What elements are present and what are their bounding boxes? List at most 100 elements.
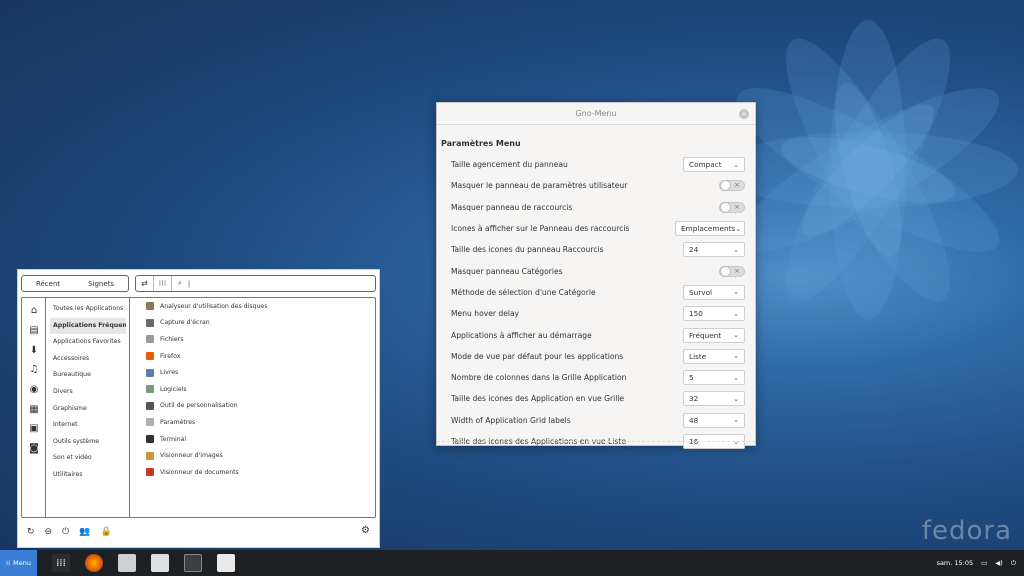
category-item[interactable]: Toutes les Applications	[47, 301, 129, 318]
search-value: |	[187, 279, 191, 288]
swap-view-icon[interactable]: ⇄	[136, 276, 154, 291]
clock[interactable]: sam. 15:05	[937, 559, 974, 567]
app-item[interactable]: Outil de personnalisation	[134, 398, 375, 415]
off-icon: ×	[734, 202, 740, 211]
download-icon[interactable]: ⬇	[22, 340, 46, 360]
setting-dropdown[interactable]: Emplacements ⌄	[675, 221, 745, 237]
setting-toggle[interactable]: ×	[719, 201, 745, 213]
setting-dropdown[interactable]: 48 ⌄	[683, 412, 745, 428]
close-icon[interactable]: ×	[739, 109, 749, 119]
fedora-watermark: fedora	[921, 516, 1012, 546]
settings-app-icon[interactable]	[217, 554, 235, 572]
app-item[interactable]: Livres	[134, 364, 375, 381]
app-item[interactable]: Terminal	[134, 431, 375, 448]
off-icon: ×	[734, 181, 740, 190]
app-item[interactable]: Firefox	[134, 348, 375, 365]
home-icon[interactable]: ⌂	[22, 301, 46, 321]
dialog-divider	[437, 441, 755, 442]
screenshot-icon[interactable]	[184, 554, 202, 572]
power-icon[interactable]: ⏻	[62, 527, 69, 537]
power-icon[interactable]: ⏻	[1011, 559, 1016, 568]
applications-list: Analyseur d'utilisation des disques Captu…	[134, 298, 375, 517]
setting-label: Menu hover delay	[451, 309, 520, 319]
category-item[interactable]: Outils système	[47, 434, 129, 451]
search-input[interactable]: ⌕ |	[172, 279, 375, 288]
app-label: Capture d'écran	[160, 319, 210, 327]
category-item[interactable]: Applications Fréquent...	[50, 317, 126, 335]
setting-toggle[interactable]: ×	[719, 265, 745, 277]
app-item[interactable]: Fichiers	[134, 331, 375, 348]
menu-button-label: Menu	[13, 559, 31, 567]
app-icon	[146, 318, 154, 327]
app-grid-icon[interactable]: ⁞⁞⁞	[52, 554, 70, 572]
setting-dropdown[interactable]: Fréquent ⌄	[683, 327, 745, 343]
category-item[interactable]: Applications Favorites	[47, 334, 129, 351]
setting-label: Taille des icones du panneau Raccourcis	[451, 245, 604, 255]
dialog-titlebar[interactable]: Gno-Menu ×	[437, 103, 755, 125]
dialog-title: Gno-Menu	[575, 109, 617, 118]
app-item[interactable]: Analyseur d'utilisation des disques	[134, 298, 375, 315]
app-item[interactable]: Visionneur d'images	[134, 447, 375, 464]
app-icon	[146, 385, 154, 394]
chevron-down-icon: ⌄	[733, 331, 739, 340]
lock-icon[interactable]: 🔒	[100, 527, 111, 537]
app-icon	[146, 368, 154, 377]
restart-icon[interactable]: ↻	[27, 527, 35, 537]
setting-label: Masquer panneau Catégories	[451, 266, 563, 276]
app-item[interactable]: Visionneur de documents	[134, 464, 375, 481]
software-icon[interactable]	[151, 554, 169, 572]
setting-dropdown[interactable]: Survol ⌄	[683, 284, 745, 300]
tab-bookmarks[interactable]: Signets	[88, 280, 114, 288]
app-item[interactable]: Capture d'écran	[134, 315, 375, 332]
toggle-knob	[720, 180, 731, 192]
setting-dropdown[interactable]: 5 ⌄	[683, 370, 745, 386]
display-icon[interactable]: ▭	[981, 559, 987, 567]
camera-icon[interactable]: ◉	[22, 380, 46, 400]
search-icon: ⌕	[178, 279, 182, 287]
settings-rows: Taille agencement du panneau Compact ⌄ Masq…	[437, 148, 755, 452]
system-tray: sam. 15:05 ▭ ◀) ⏻	[937, 550, 1016, 576]
app-label: Analyseur d'utilisation des disques	[160, 302, 268, 310]
app-item[interactable]: Logiciels	[134, 381, 375, 398]
settings-row: Icones à afficher sur le Panneau des rac…	[437, 218, 755, 239]
setting-dropdown[interactable]: 150 ⌄	[683, 306, 745, 322]
category-item[interactable]: Graphisme	[47, 401, 129, 418]
setting-label: Taille agencement du panneau	[451, 160, 568, 170]
disk-icon[interactable]: ◙	[22, 439, 46, 459]
app-item[interactable]: Paramètres	[134, 414, 375, 431]
volume-icon[interactable]: ◀)	[995, 559, 1003, 567]
app-icon	[146, 302, 154, 311]
firefox-icon[interactable]	[85, 554, 103, 572]
setting-dropdown[interactable]: 32 ⌄	[683, 391, 745, 407]
film-icon[interactable]: ▦	[22, 399, 46, 419]
settings-row: Menu hover delay 150 ⌄	[437, 303, 755, 324]
category-item[interactable]: Utilitaires	[47, 467, 129, 484]
setting-toggle[interactable]: ×	[719, 180, 745, 192]
document-icon[interactable]: ▤	[22, 321, 46, 341]
briefcase-icon[interactable]: ▣	[22, 419, 46, 439]
setting-dropdown[interactable]: Compact ⌄	[683, 157, 745, 173]
category-item[interactable]: Bureautique	[47, 367, 129, 384]
logout-icon[interactable]: ⊖	[45, 527, 53, 537]
menu-button[interactable]: ⁞⁞ Menu	[0, 550, 37, 576]
app-label: Outil de personnalisation	[160, 402, 238, 410]
grid-view-icon[interactable]: ⁝⁝⁝	[154, 276, 172, 291]
app-icon	[146, 401, 154, 410]
chevron-down-icon: ⌄	[733, 416, 739, 425]
dropdown-value: Survol	[689, 287, 713, 297]
gear-icon[interactable]: ⚙	[361, 525, 370, 536]
category-item[interactable]: Divers	[47, 384, 129, 401]
switch-user-icon[interactable]: 👥	[79, 527, 90, 537]
setting-dropdown[interactable]: 24 ⌄	[683, 242, 745, 258]
tab-recent[interactable]: Récent	[36, 280, 60, 288]
off-icon: ×	[734, 266, 740, 275]
music-icon[interactable]: ♫	[22, 360, 46, 380]
category-item[interactable]: Internet	[47, 417, 129, 434]
app-label: Paramètres	[160, 418, 196, 426]
category-item[interactable]: Son et vidéo	[47, 450, 129, 467]
settings-row: Taille des icones du panneau Raccourcis 2…	[437, 239, 755, 260]
category-item[interactable]: Accessoires	[47, 351, 129, 368]
setting-dropdown[interactable]: Liste ⌄	[683, 348, 745, 364]
files-icon[interactable]	[118, 554, 136, 572]
dropdown-value: Fréquent	[689, 330, 722, 340]
